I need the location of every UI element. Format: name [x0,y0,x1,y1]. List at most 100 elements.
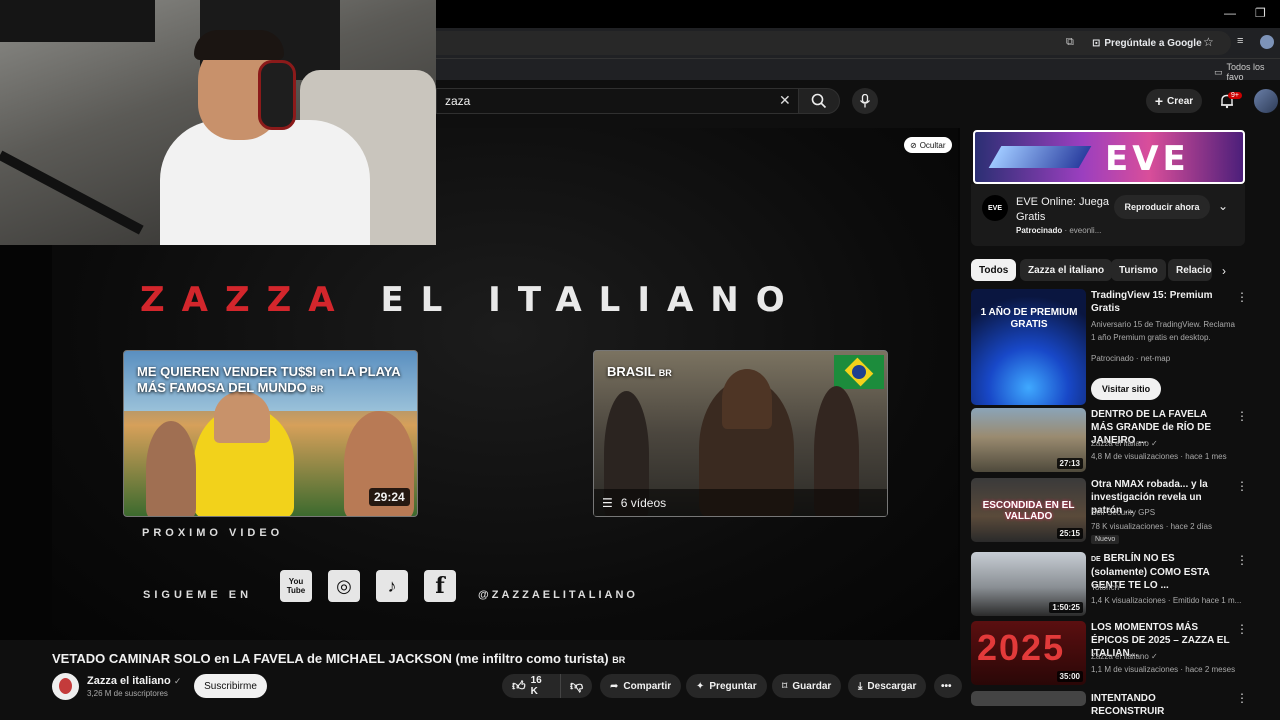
hide-label: Ocultar [919,140,946,150]
more-vertical-icon[interactable]: ⋮ [1236,553,1248,567]
search-input[interactable]: zaza [436,88,798,114]
search-button[interactable] [798,88,840,114]
more-horizontal-icon: ••• [941,680,952,692]
rec-channel[interactable]: Zazza el italiano ✓ [1091,650,1251,663]
ad-domain: eveonli... [1069,226,1102,235]
dislike-button[interactable]: 👎︎ [560,674,592,698]
verified-icon: ✓ [1151,652,1158,661]
hide-webcam-button[interactable]: ⊘ Ocultar [904,137,952,153]
folder-icon: ▭ [1214,66,1223,77]
end-card-playlist-title: BRASIL BR [607,364,672,379]
google-lens-icon: ⊡ [1092,37,1101,49]
ask-button[interactable]: ✦ Preguntar [686,674,767,698]
bookmark-star-icon[interactable]: ☆ [1203,35,1214,49]
channel-avatar[interactable] [52,673,79,700]
chevron-down-icon[interactable]: ⌄ [1218,199,1228,213]
ask-google-label: Pregúntale a Google [1104,37,1202,49]
youtube-icon[interactable]: You Tube [280,570,312,602]
chip-channel[interactable]: Zazza el italiano [1020,259,1113,281]
create-button[interactable]: + Crear [1146,89,1202,113]
rec-channel-text: Zazza el italiano [1091,652,1149,661]
voice-search-button[interactable] [852,88,878,114]
channel-name[interactable]: Zazza el italiano ✓ [87,675,181,687]
create-label: Crear [1167,95,1194,107]
chip-related[interactable]: Relacio [1168,259,1212,281]
more-vertical-icon[interactable]: ⋮ [1236,479,1248,493]
rec-thumbnail-text: 1 AÑO DE PREMIUM GRATIS [980,307,1078,330]
rec-thumbnail[interactable] [971,691,1086,706]
headphones-icon [258,60,296,130]
ad-meta: Patrocinado · eveonli... [1016,226,1102,235]
profile-avatar[interactable] [1260,35,1274,49]
rec-meta: 1,4 K visualizaciones · Emitido hace 1 m… [1091,596,1242,605]
ad-title[interactable]: EVE Online: Juega Gratis [1016,195,1111,225]
follow-label: SIGUEME EN [143,589,253,601]
duration-badge: 29:24 [369,488,410,506]
verified-icon: ✓ [1151,439,1158,448]
br-badge: BR [310,384,324,394]
ad-cta-button[interactable]: Reproducir ahora [1114,195,1210,219]
facebook-icon[interactable]: f [424,570,456,602]
ask-google-button[interactable]: ⊡ Pregúntale a Google [1092,34,1202,52]
bookmarks-bar [436,58,1280,80]
reading-list-icon[interactable]: ≡ [1237,35,1243,47]
visit-site-button[interactable]: Visitar sitio [1091,378,1161,400]
more-vertical-icon[interactable]: ⋮ [1236,409,1248,423]
rec-thumbnail[interactable]: ESCONDIDA EN EL VALLADO 25:15 [971,478,1086,542]
video-title-text: VETADO CAMINAR SOLO en LA FAVELA de MICH… [52,651,609,666]
rec-channel[interactable]: Zazza el italiano ✓ [1091,437,1251,450]
restore-button[interactable]: ❐ [1255,6,1266,20]
rec-thumbnail[interactable]: 1 AÑO DE PREMIUM GRATIS [971,289,1086,405]
microphone-icon [859,94,871,108]
clear-search-icon[interactable]: ✕ [779,92,791,109]
notification-count-badge: 9+ [1228,92,1242,99]
rec-thumbnail-text: ESCONDIDA EN EL VALLADO [982,500,1075,522]
rec-channel[interactable]: Totonch [1091,581,1251,594]
bottom-strip [0,706,1280,720]
thumbs-up-icon: 👍︎ [512,678,526,693]
rec-title[interactable]: INTENTANDO RECONSTRUIR [1091,692,1231,718]
new-badge: Nuevo [1091,535,1120,544]
subscriber-count: 3,26 M de suscriptores [87,689,168,698]
share-button[interactable]: ➦ Compartir [600,674,682,698]
social-handle: @ZAZZAELITALIANO [478,589,638,601]
playlist-count-overlay: ☰ 6 vídeos [594,489,887,516]
person-shape [146,421,196,516]
rec-channel-text: Zazza el italiano [1091,439,1149,448]
tv-screen [0,0,155,42]
more-vertical-icon[interactable]: ⋮ [1236,691,1248,705]
bookmarks-folder[interactable]: ▭ Todos los favo [1214,62,1280,82]
cast-icon[interactable]: ⧉ [1066,36,1074,49]
rec-thumbnail[interactable]: 2025 35:00 [971,621,1086,685]
ask-label: Preguntar [709,680,757,692]
bookmark-icon: ⌑ [782,680,788,692]
more-actions-button[interactable]: ••• [934,674,962,698]
germany-flag-icon: DE [1091,556,1101,563]
br-badge: BR [612,655,626,665]
mic-arm [0,150,144,235]
download-button[interactable]: ⤓ Descargar [848,674,927,698]
chevron-right-icon[interactable]: › [1222,264,1226,278]
download-icon: ⤓ [858,680,863,692]
sponsored-label: Patrocinado [1016,226,1063,235]
minimize-button[interactable]: — [1224,6,1236,20]
account-avatar[interactable] [1254,89,1278,113]
more-vertical-icon[interactable]: ⋮ [1236,622,1248,636]
chip-turismo[interactable]: Turismo [1111,259,1166,281]
rec-meta: 78 K visualizaciones · hace 2 días [1091,522,1212,531]
rec-channel[interactable]: Self Security GPS [1091,506,1251,519]
person-shape [722,369,772,429]
end-card-title-text: ME QUIEREN VENDER TU$$I en LA PLAYA MÁS … [137,364,401,395]
chip-todos[interactable]: Todos [971,259,1017,281]
like-button[interactable]: 👍︎ 16 K [502,674,560,698]
subscribe-button[interactable]: Suscribirme [194,674,267,698]
save-button[interactable]: ⌑ Guardar [772,674,842,698]
rec-title[interactable]: TradingView 15: Premium Gratis [1091,289,1231,315]
instagram-icon[interactable]: ◎ [328,570,360,602]
plus-icon: + [1154,93,1164,109]
rec-thumbnail[interactable]: 27:13 [971,408,1086,472]
more-vertical-icon[interactable]: ⋮ [1236,290,1248,304]
tiktok-icon[interactable]: ♪ [376,570,408,602]
playlist-icon: ☰ [602,495,613,510]
rec-thumbnail[interactable]: 1:50:25 [971,552,1086,616]
